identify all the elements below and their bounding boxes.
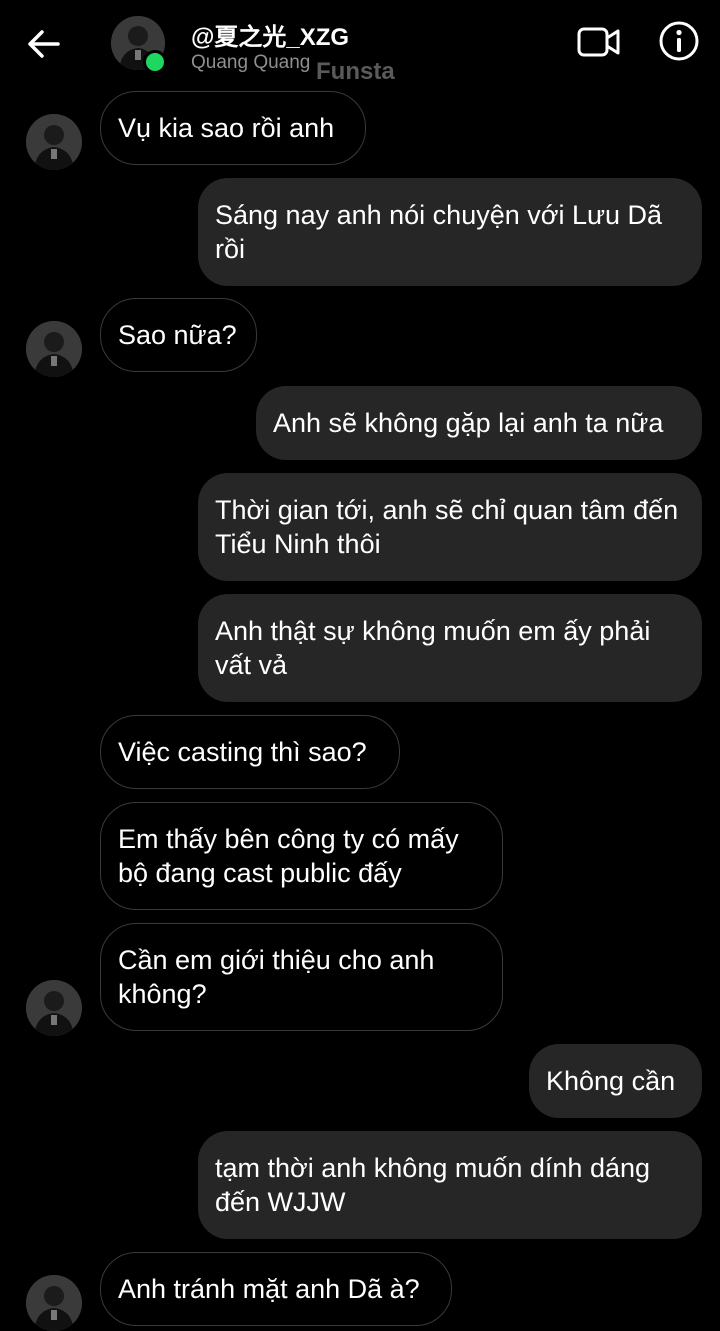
sender-avatar[interactable] — [26, 321, 82, 377]
chat-header: @夏之光_XZG Quang Quang Funsta — [0, 0, 720, 90]
message-bubble-incoming[interactable]: Sao nữa? — [100, 298, 257, 372]
message-bubble-incoming[interactable]: Anh tránh mặt anh Dã à? — [100, 1252, 452, 1326]
arrow-left-icon[interactable] — [24, 26, 64, 62]
sender-avatar[interactable] — [26, 114, 82, 170]
message-bubble-outgoing[interactable]: Anh sẽ không gặp lại anh ta nữa — [256, 386, 702, 460]
watermark: Funsta — [316, 58, 395, 85]
message-bubble-outgoing[interactable]: Thời gian tới, anh sẽ chỉ quan tâm đến T… — [198, 473, 702, 581]
sender-avatar[interactable] — [26, 980, 82, 1036]
message-bubble-outgoing[interactable]: Không cần — [529, 1044, 702, 1118]
contact-name[interactable]: @夏之光_XZG — [191, 17, 349, 52]
video-call-icon[interactable] — [576, 22, 622, 62]
message-bubble-incoming[interactable]: Vụ kia sao rồi anh — [100, 91, 366, 165]
sender-avatar[interactable] — [26, 1275, 82, 1331]
message-bubble-incoming[interactable]: Em thấy bên công ty có mấy bộ đang cast … — [100, 802, 503, 910]
message-bubble-outgoing[interactable]: tạm thời anh không muốn dính dáng đến WJ… — [198, 1131, 702, 1239]
contact-subtitle: Quang Quang — [191, 52, 311, 73]
online-status-dot — [143, 50, 167, 74]
message-bubble-incoming[interactable]: Việc casting thì sao? — [100, 715, 400, 789]
message-bubble-outgoing[interactable]: Anh thật sự không muốn em ấy phải vất vả — [198, 594, 702, 702]
message-bubble-outgoing[interactable]: Sáng nay anh nói chuyện với Lưu Dã rồi — [198, 178, 702, 286]
message-bubble-incoming[interactable]: Cần em giới thiệu cho anh không? — [100, 923, 503, 1031]
info-icon[interactable] — [658, 20, 700, 62]
